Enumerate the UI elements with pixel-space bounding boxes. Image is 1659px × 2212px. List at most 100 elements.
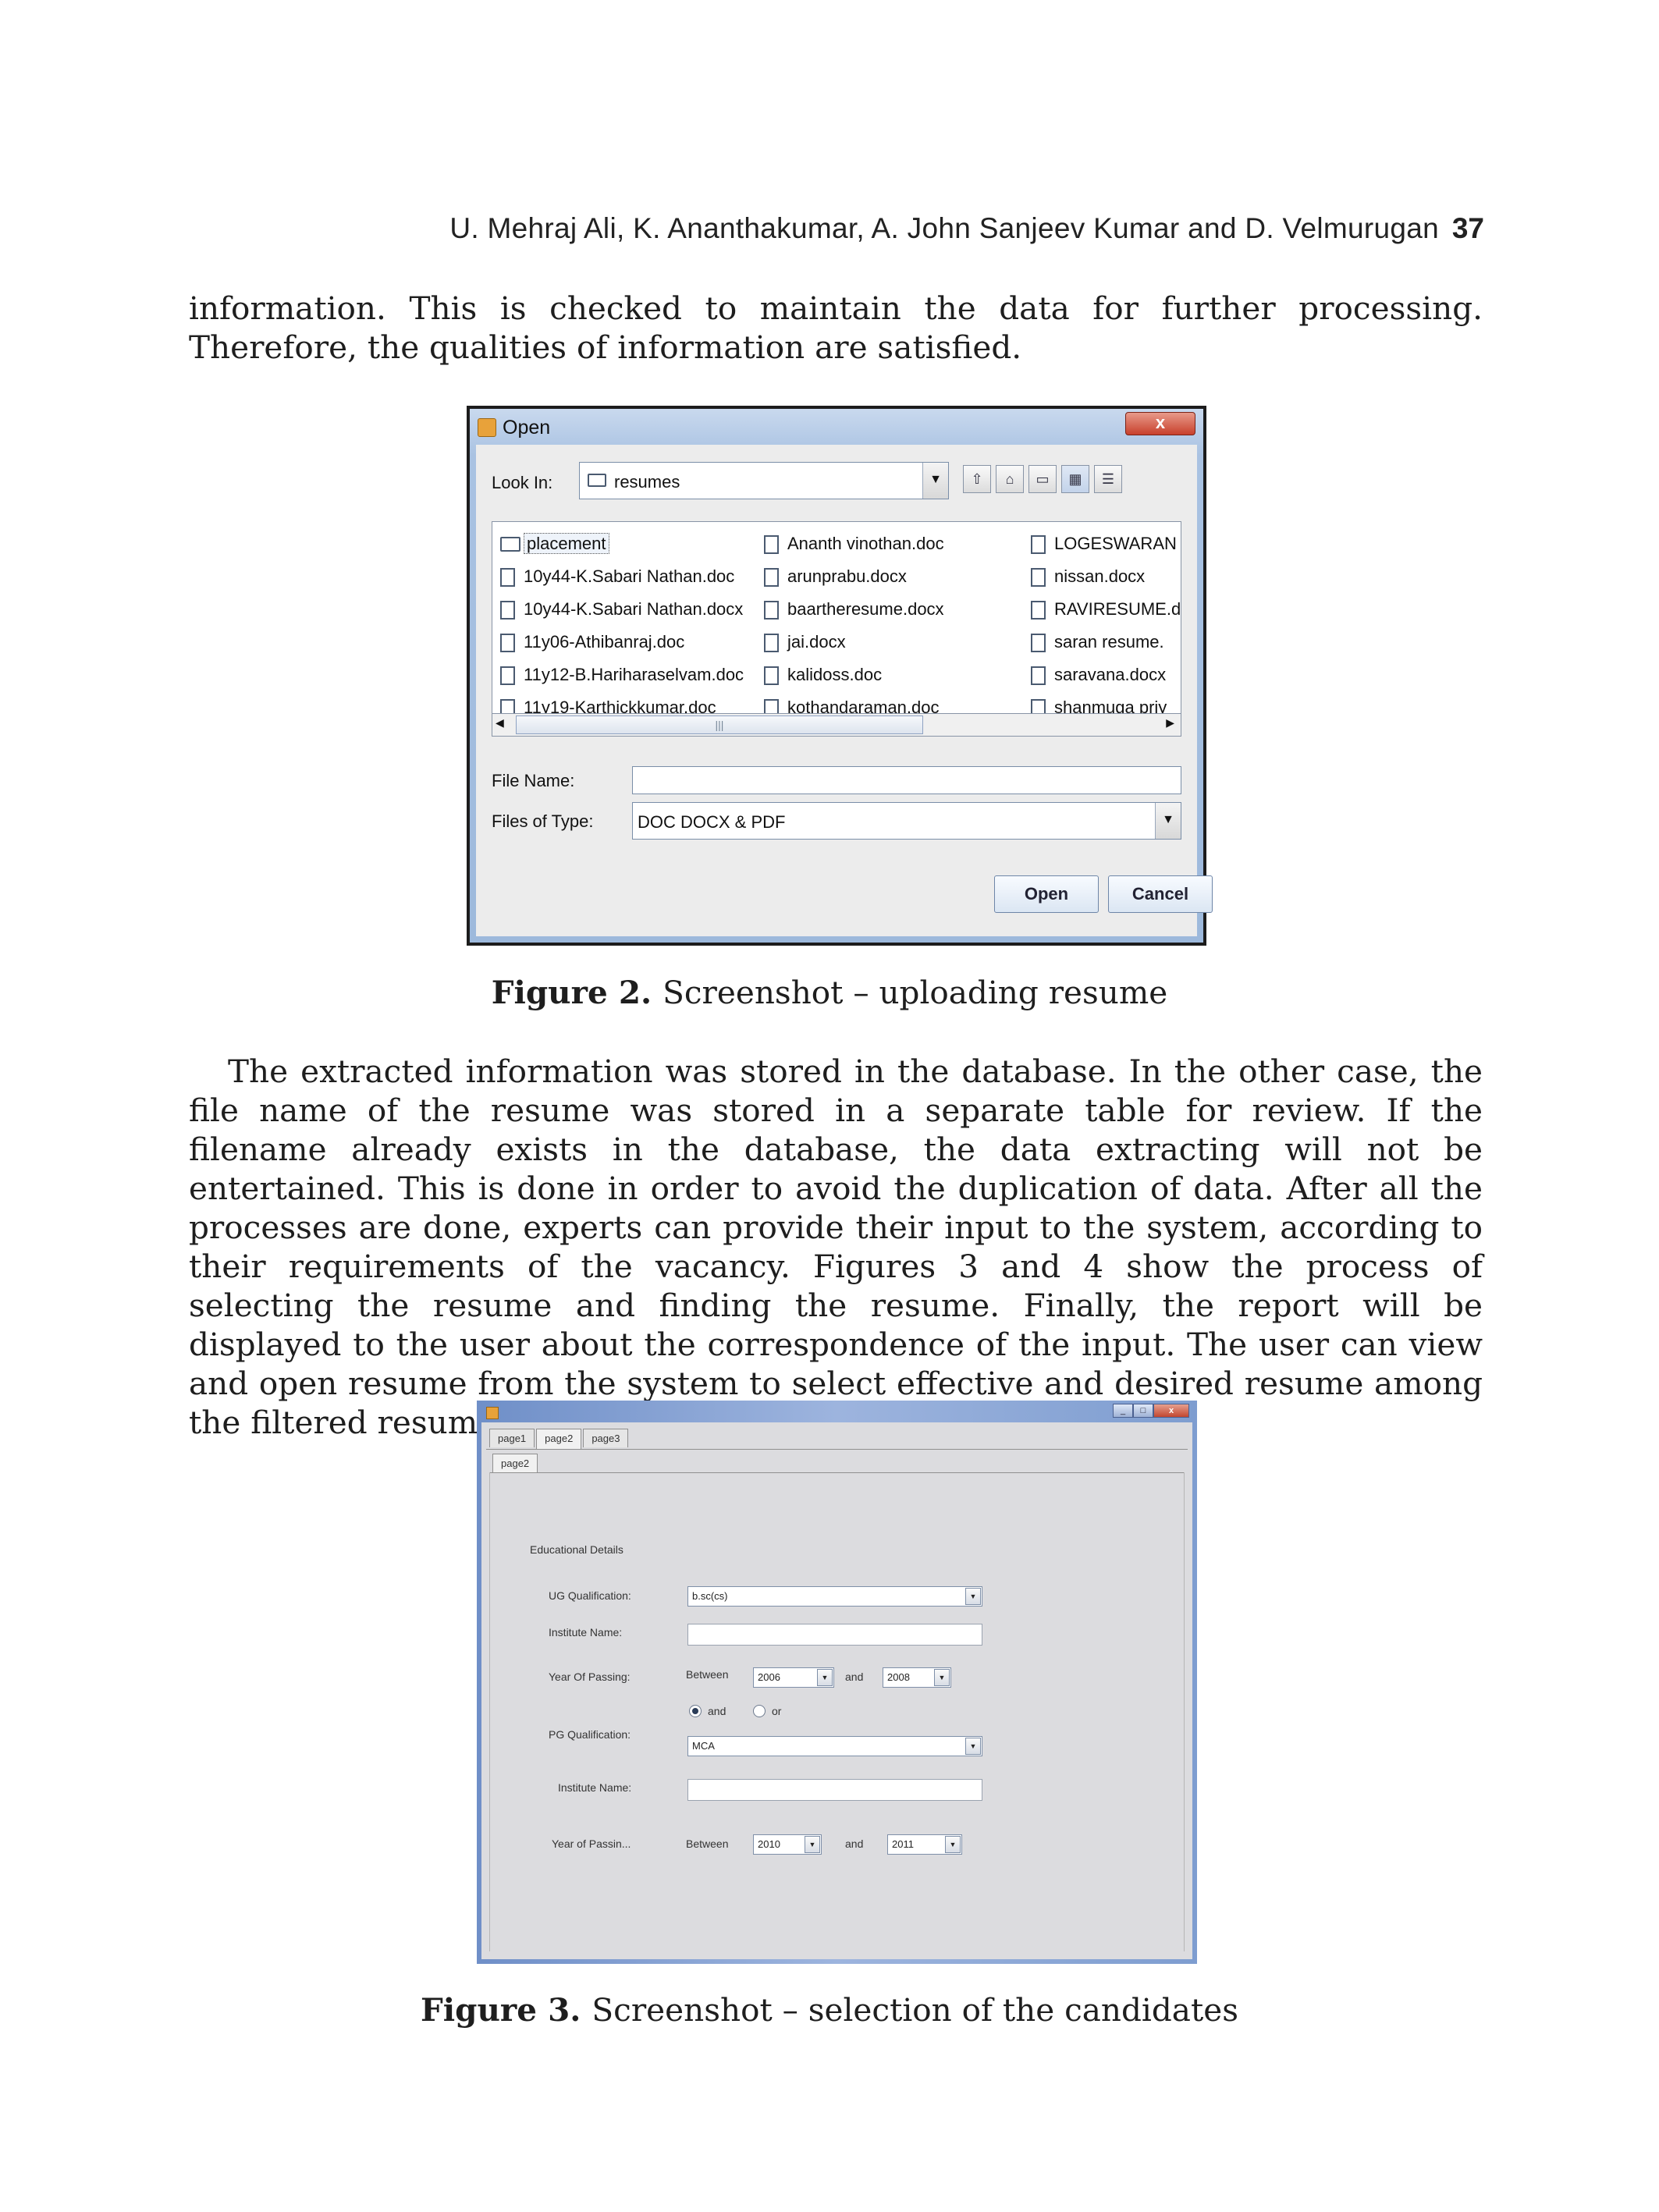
list-item[interactable]: Ananth vinothan.doc bbox=[761, 528, 944, 561]
list-item[interactable]: nissan.docx bbox=[1028, 561, 1181, 594]
file-icon bbox=[764, 568, 779, 587]
chevron-down-icon[interactable]: ▼ bbox=[965, 1738, 981, 1755]
ug-year-label: Year Of Passing: bbox=[549, 1671, 631, 1683]
list-item[interactable]: saran resume. bbox=[1028, 627, 1181, 659]
tab-page3[interactable]: page3 bbox=[583, 1429, 629, 1447]
file-icon bbox=[764, 666, 779, 685]
ug-institute-label: Institute Name: bbox=[549, 1626, 623, 1639]
look-in-value: resumes bbox=[614, 472, 680, 492]
list-item[interactable]: 10y44-K.Sabari Nathan.doc bbox=[497, 561, 744, 594]
dialog-body: Look In: resumes ▼ ⇧ ⌂ ▭ ▦ ☰ placement 1… bbox=[476, 445, 1213, 936]
up-one-level-icon[interactable]: ⇧ bbox=[963, 465, 991, 493]
caption-label: Figure 2. bbox=[491, 974, 652, 1011]
radio-or[interactable] bbox=[753, 1705, 766, 1717]
file-icon bbox=[1031, 666, 1046, 685]
radio-or-label: or bbox=[772, 1705, 782, 1717]
ug-year-from-value: 2006 bbox=[758, 1671, 780, 1683]
ug-year-from-select[interactable]: 2006 ▼ bbox=[753, 1667, 834, 1688]
new-folder-icon[interactable]: ▭ bbox=[1028, 465, 1057, 493]
pg-and-label: and bbox=[845, 1837, 864, 1850]
chevron-down-icon[interactable]: ▼ bbox=[805, 1836, 820, 1853]
list-item[interactable]: saravana.docx bbox=[1028, 659, 1181, 692]
pg-year-to-select[interactable]: 2011 ▼ bbox=[887, 1834, 962, 1855]
window-controls: _ □ x bbox=[1113, 1404, 1189, 1418]
pg-qualification-select[interactable]: MCA ▼ bbox=[687, 1736, 982, 1756]
file-name-input[interactable] bbox=[632, 766, 1181, 794]
pg-institute-input[interactable] bbox=[687, 1779, 982, 1801]
paragraph-intro: information. This is checked to maintain… bbox=[189, 289, 1483, 366]
inner-tab-page2[interactable]: page2 bbox=[492, 1454, 538, 1473]
dialog-titlebar: Open x bbox=[470, 409, 1203, 445]
list-view-icon[interactable]: ▦ bbox=[1061, 465, 1089, 493]
pg-year-from-value: 2010 bbox=[758, 1838, 780, 1850]
figure-3-caption: Figure 3. Screenshot – selection of the c… bbox=[0, 1991, 1659, 2029]
pg-qualification-label: PG Qualification: bbox=[549, 1728, 631, 1741]
maximize-icon[interactable]: □ bbox=[1133, 1404, 1153, 1418]
file-name-label: File Name: bbox=[492, 771, 575, 790]
caption-text: Screenshot – selection of the candidates bbox=[591, 1991, 1238, 2029]
radio-and-label: and bbox=[708, 1705, 726, 1717]
ug-year-to-value: 2008 bbox=[887, 1671, 910, 1683]
file-icon bbox=[764, 601, 779, 620]
details-view-icon[interactable]: ☰ bbox=[1094, 465, 1122, 493]
header-authors: U. Mehraj Ali, K. Ananthakumar, A. John … bbox=[449, 212, 1439, 244]
ug-qualification-select[interactable]: b.sc(cs) ▼ bbox=[687, 1586, 982, 1607]
minimize-icon[interactable]: _ bbox=[1113, 1404, 1133, 1418]
section-title: Educational Details bbox=[530, 1543, 623, 1556]
list-item[interactable]: 10y44-K.Sabari Nathan.docx bbox=[497, 594, 744, 627]
close-button[interactable]: x bbox=[1125, 412, 1195, 435]
dialog-title: Open bbox=[503, 417, 551, 438]
file-icon bbox=[1031, 634, 1046, 652]
chevron-down-icon[interactable]: ▼ bbox=[922, 463, 948, 499]
tab-row: page1 page2 page3 bbox=[489, 1429, 630, 1450]
list-item[interactable]: 11y12-B.Hariharaselvam.doc bbox=[497, 659, 744, 692]
pg-year-from-select[interactable]: 2010 ▼ bbox=[753, 1834, 822, 1855]
file-icon bbox=[764, 634, 779, 652]
list-item[interactable]: 11y06-Athibanraj.doc bbox=[497, 627, 744, 659]
files-of-type-select[interactable]: DOC DOCX & PDF ▼ bbox=[632, 802, 1181, 840]
form-body: page1 page2 page3 page2 Educational Deta… bbox=[481, 1422, 1192, 1959]
look-in-combobox[interactable]: resumes ▼ bbox=[579, 462, 949, 499]
open-button[interactable]: Open bbox=[994, 875, 1099, 913]
file-list: placement 10y44-K.Sabari Nathan.doc 10y4… bbox=[492, 521, 1181, 716]
chevron-down-icon[interactable]: ▼ bbox=[965, 1588, 981, 1605]
tab-page1[interactable]: page1 bbox=[489, 1429, 535, 1447]
close-icon[interactable]: x bbox=[1153, 1404, 1189, 1418]
file-icon bbox=[500, 568, 515, 587]
chevron-down-icon[interactable]: ▼ bbox=[945, 1836, 961, 1853]
chevron-down-icon[interactable]: ▼ bbox=[934, 1669, 950, 1686]
radio-and[interactable] bbox=[689, 1705, 702, 1717]
list-item[interactable]: RAVIRESUME.d bbox=[1028, 594, 1181, 627]
folder-icon bbox=[500, 537, 520, 552]
list-item[interactable]: baartheresume.docx bbox=[761, 594, 944, 627]
pg-qualification-value: MCA bbox=[692, 1740, 715, 1752]
file-column-2: Ananth vinothan.doc arunprabu.docx baart… bbox=[761, 528, 944, 715]
look-in-label: Look In: bbox=[492, 473, 553, 492]
list-item[interactable]: jai.docx bbox=[761, 627, 944, 659]
list-item[interactable]: arunprabu.docx bbox=[761, 561, 944, 594]
figure-2-caption: Figure 2. Screenshot – uploading resume bbox=[0, 974, 1659, 1011]
ug-year-to-select[interactable]: 2008 ▼ bbox=[883, 1667, 951, 1688]
caption-text: Screenshot – uploading resume bbox=[663, 974, 1168, 1011]
list-item[interactable]: placement bbox=[497, 528, 744, 561]
java-app-icon bbox=[478, 418, 496, 437]
scrollbar-thumb[interactable]: ||| bbox=[516, 715, 923, 734]
figure-open-dialog: Open x Look In: resumes ▼ ⇧ ⌂ ▭ ▦ ☰ plac… bbox=[467, 406, 1213, 946]
horizontal-scrollbar[interactable]: ◀ ||| ▶ bbox=[492, 713, 1181, 737]
ug-and-label: and bbox=[845, 1671, 864, 1683]
list-item[interactable]: kalidoss.doc bbox=[761, 659, 944, 692]
scroll-left-icon[interactable]: ◀ bbox=[496, 716, 504, 730]
chevron-down-icon[interactable]: ▼ bbox=[817, 1669, 833, 1686]
pg-year-label: Year of Passin... bbox=[552, 1837, 631, 1850]
ug-institute-input[interactable] bbox=[687, 1624, 982, 1646]
chevron-down-icon[interactable]: ▼ bbox=[1155, 803, 1181, 839]
file-icon bbox=[1031, 568, 1046, 587]
tab-page2[interactable]: page2 bbox=[536, 1429, 582, 1450]
home-icon[interactable]: ⌂ bbox=[996, 465, 1024, 493]
list-item[interactable]: LOGESWARAN bbox=[1028, 528, 1181, 561]
cancel-button[interactable]: Cancel bbox=[1108, 875, 1213, 913]
scroll-right-icon[interactable]: ▶ bbox=[1166, 716, 1174, 730]
pg-institute-label: Institute Name: bbox=[558, 1781, 632, 1794]
file-icon bbox=[500, 634, 515, 652]
file-icon bbox=[1031, 601, 1046, 620]
